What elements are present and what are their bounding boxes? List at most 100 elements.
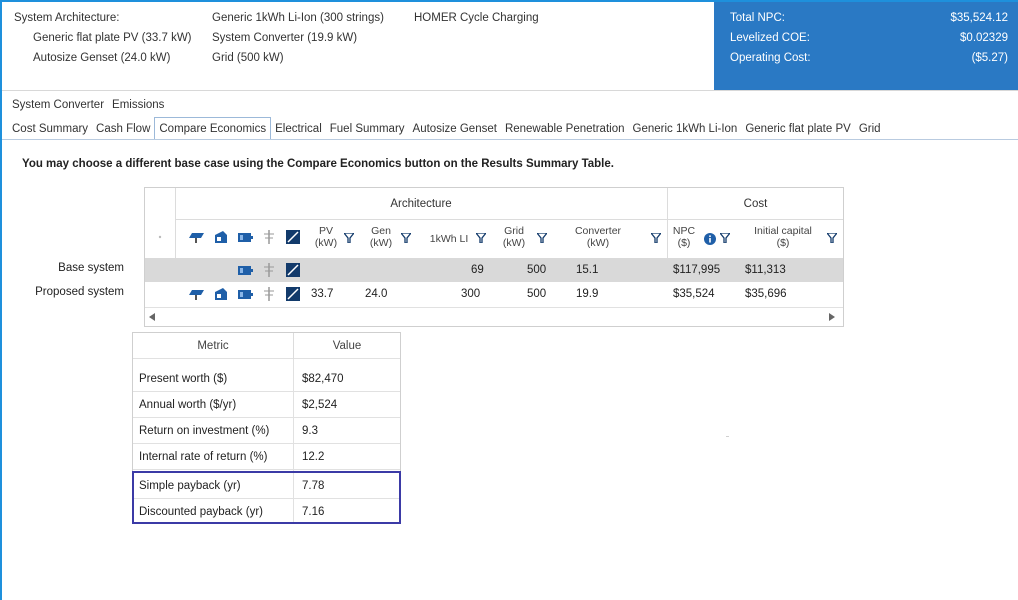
tab-electrical[interactable]: Electrical: [271, 118, 326, 140]
metric-value: $82,470: [302, 373, 344, 385]
col-pv-header[interactable]: PV (kW): [307, 221, 345, 257]
base-capital: $11,313: [745, 264, 786, 276]
results-window: System Architecture: Generic 1kWh Li-Ion…: [0, 0, 1018, 600]
operating-cost-row: Operating Cost: ($5.27): [730, 48, 1008, 68]
cost-group-header: Cost: [668, 188, 843, 220]
base-system-row[interactable]: 69 500 15.1 $117,995 $11,313: [145, 258, 843, 282]
arch-genset: Autosize Genset (24.0 kW): [33, 52, 171, 64]
stray-mark: [726, 436, 729, 437]
tab-emissions[interactable]: Emissions: [108, 96, 168, 114]
pv-filter-icon[interactable]: [342, 232, 356, 244]
battery-icon: [237, 229, 253, 245]
select-all-icon[interactable]: [155, 232, 165, 242]
proposed-grid: 500: [527, 288, 547, 300]
col-npc-l1: NPC: [672, 225, 696, 237]
arch-pv: Generic flat plate PV (33.7 kW): [33, 32, 192, 44]
col-pv-l1: PV: [318, 225, 333, 237]
pv-icon: [189, 286, 205, 302]
tab-system-converter[interactable]: System Converter: [8, 96, 108, 114]
col-grid-header[interactable]: Grid (kW): [491, 221, 537, 257]
col-converter-header[interactable]: Converter (kW): [555, 221, 641, 257]
metric-value: 12.2: [302, 451, 325, 463]
capital-filter-icon[interactable]: [825, 232, 839, 244]
proposed-capital: $35,696: [745, 288, 787, 300]
grid-tower-icon: [261, 229, 277, 245]
tab-cash-flow[interactable]: Cash Flow: [92, 118, 154, 140]
converter-filter-icon[interactable]: [649, 232, 663, 244]
metric-label: Annual worth ($/yr): [139, 399, 237, 411]
header-divider: [2, 90, 1018, 91]
payback-highlight-box: [132, 471, 401, 524]
scroll-left-icon[interactable]: [149, 312, 155, 324]
tab-grid[interactable]: Grid: [855, 118, 885, 140]
converter-icon: [285, 229, 301, 245]
proposed-pv: 33.7: [311, 288, 334, 300]
levelized-coe-row: Levelized COE: $0.02329: [730, 28, 1008, 48]
total-npc-row: Total NPC: $35,524.12: [730, 8, 1008, 28]
col-capital-l2: ($): [776, 237, 790, 249]
tab-generic-li-ion[interactable]: Generic 1kWh Li-Ion: [629, 118, 742, 140]
base-npc: $117,995: [673, 264, 721, 276]
horizontal-scrollbar[interactable]: [145, 308, 843, 326]
tab-row-2: Cost Summary Cash Flow Compare Economics El…: [8, 117, 885, 140]
grid-filter-icon[interactable]: [535, 232, 549, 244]
tab-cost-summary[interactable]: Cost Summary: [8, 118, 92, 140]
arch-dispatch: HOMER Cycle Charging: [414, 12, 539, 24]
tab-compare-economics[interactable]: Compare Economics: [154, 117, 272, 140]
grid-tower-icon: [261, 286, 277, 302]
tab-generic-pv[interactable]: Generic flat plate PV: [741, 118, 854, 140]
value-column-header[interactable]: Value: [294, 333, 400, 359]
col-grid-l1: Grid: [504, 225, 524, 237]
tab-autosize-genset[interactable]: Autosize Genset: [409, 118, 501, 140]
summary-box: Total NPC: $35,524.12 Levelized COE: $0.…: [714, 2, 1018, 90]
genset-icon: [213, 286, 229, 302]
scroll-right-icon[interactable]: [829, 312, 835, 324]
grid-tower-icon: [261, 262, 277, 278]
metric-column-header[interactable]: Metric: [133, 333, 293, 359]
metric-value: $2,524: [302, 399, 338, 411]
metric-label: Present worth ($): [139, 373, 228, 385]
comparison-grid: Architecture Cost PV (kW) Gen (kW) 1kWh …: [144, 187, 844, 327]
gen-filter-icon[interactable]: [399, 232, 413, 244]
col-li-header[interactable]: 1kWh LI: [417, 221, 481, 257]
base-case-note: You may choose a different base case usi…: [22, 158, 614, 170]
col-npc-header[interactable]: NPC ($): [667, 221, 701, 257]
npc-filter-icon[interactable]: [718, 232, 732, 244]
tab-fuel-summary[interactable]: Fuel Summary: [326, 118, 409, 140]
proposed-system-row[interactable]: 33.7 24.0 300 500 19.9 $35,524 $35,696: [145, 282, 843, 308]
arch-grid: Grid (500 kW): [212, 52, 284, 64]
col-capital-header[interactable]: Initial capital ($): [739, 221, 827, 257]
arch-converter: System Converter (19.9 kW): [212, 32, 358, 44]
base-converter: 15.1: [576, 264, 599, 276]
system-architecture-panel: System Architecture: Generic 1kWh Li-Ion…: [10, 8, 710, 88]
col-gen-l1: Gen: [371, 225, 391, 237]
metric-value: 9.3: [302, 425, 318, 437]
proposed-converter: 19.9: [576, 288, 599, 300]
converter-icon: [285, 286, 301, 302]
operating-cost-value: ($5.27): [971, 52, 1008, 64]
col-npc-l2: ($): [677, 237, 691, 249]
metric-label: Internal rate of return (%): [139, 451, 268, 463]
proposed-li: 300: [461, 288, 481, 300]
system-architecture-label: System Architecture:: [14, 12, 120, 24]
base-system-label: Base system: [58, 262, 124, 274]
col-converter-l1: Converter: [574, 225, 622, 237]
metric-row: Annual worth ($/yr) $2,524: [133, 392, 400, 418]
col-gen-header[interactable]: Gen (kW): [361, 221, 401, 257]
metric-row: Return on investment (%) 9.3: [133, 418, 400, 444]
tab-renewable-penetration[interactable]: Renewable Penetration: [501, 118, 629, 140]
total-npc-label: Total NPC:: [730, 12, 785, 24]
total-npc-value: $35,524.12: [950, 12, 1008, 24]
info-icon[interactable]: [704, 233, 716, 245]
tab-strip-border: [2, 139, 1018, 140]
operating-cost-label: Operating Cost:: [730, 52, 811, 64]
metric-row: Present worth ($) $82,470: [133, 366, 400, 392]
base-li: 69: [471, 264, 484, 276]
col-converter-l2: (kW): [586, 237, 610, 249]
col-gen-l2: (kW): [369, 237, 393, 249]
col-grid-l2: (kW): [502, 237, 526, 249]
pv-icon: [189, 229, 205, 245]
li-filter-icon[interactable]: [474, 232, 488, 244]
col-pv-l2: (kW): [314, 237, 338, 249]
metric-row: Internal rate of return (%) 12.2: [133, 444, 400, 470]
